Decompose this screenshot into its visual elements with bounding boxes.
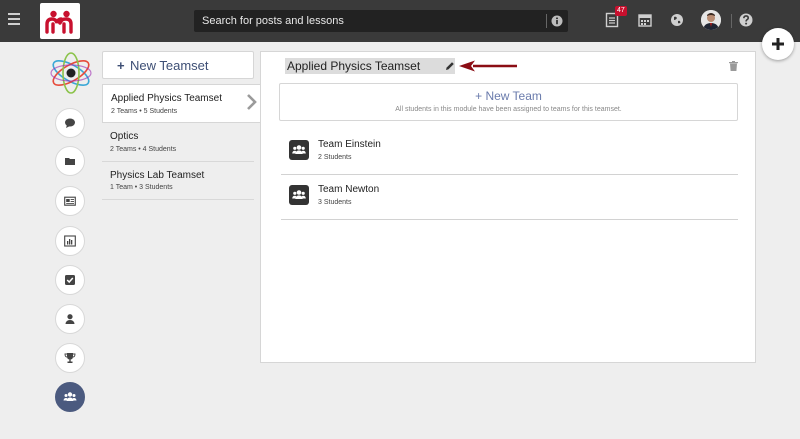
teamset-title-field[interactable]: Applied Physics Teamset	[285, 58, 455, 74]
logo-icon[interactable]	[40, 3, 80, 39]
bar-chart-icon	[64, 235, 76, 247]
chat-icon	[65, 118, 75, 128]
teamset-item[interactable]: Physics Lab Teamset 1 Team • 3 Students	[102, 162, 254, 200]
teamset-detail-panel: Applied Physics Teamset + New Team All s…	[260, 51, 756, 363]
rail-awards-button[interactable]	[55, 343, 85, 373]
pencil-icon[interactable]	[445, 61, 455, 71]
rail-analytics-button[interactable]	[55, 226, 85, 256]
page-title: Applied Physics Teamset	[287, 59, 421, 73]
trash-icon[interactable]	[729, 61, 738, 71]
new-team-text: New Team	[485, 89, 542, 103]
arrow-left-icon	[459, 60, 517, 72]
globe-icon[interactable]	[669, 12, 685, 28]
group-icon	[289, 185, 309, 205]
new-team-button[interactable]: + New Team All students in this module h…	[279, 83, 738, 121]
checkbox-icon	[65, 275, 75, 285]
team-name: Team Newton	[318, 184, 380, 195]
atom-icon[interactable]	[48, 50, 94, 96]
user-icon	[65, 314, 75, 324]
rail-tasks-button[interactable]	[55, 265, 85, 295]
menu-icon[interactable]	[8, 13, 20, 27]
teamset-meta: 1 Team • 3 Students	[110, 184, 173, 191]
teamset-item[interactable]: Applied Physics Teamset 2 Teams • 5 Stud…	[102, 84, 260, 123]
search-bar	[194, 10, 568, 32]
top-bar: 47	[0, 0, 800, 42]
plus-icon: +	[117, 58, 125, 73]
add-button[interactable]	[762, 28, 794, 60]
help-icon[interactable]	[738, 12, 754, 28]
teamset-name: Optics	[110, 131, 139, 142]
teamset-item[interactable]: Optics 2 Teams • 4 Students	[102, 123, 254, 162]
plus-icon	[772, 38, 784, 50]
rail-files-button[interactable]	[55, 146, 85, 176]
teamset-meta: 2 Teams • 5 Students	[111, 108, 178, 115]
info-icon[interactable]	[551, 15, 563, 27]
new-teamset-button[interactable]: + New Teamset	[102, 51, 254, 79]
team-name: Team Einstein	[318, 139, 381, 150]
notification-badge: 47	[615, 6, 627, 16]
topbar-divider	[731, 14, 732, 28]
new-team-label: + New Team	[280, 89, 737, 103]
chevron-right-icon	[247, 94, 257, 110]
teamset-name: Physics Lab Teamset	[110, 170, 205, 181]
team-meta: 3 Students	[318, 199, 352, 206]
trophy-icon	[64, 353, 76, 363]
rail-discussions-button[interactable]	[55, 108, 85, 138]
rail-posts-button[interactable]	[55, 186, 85, 216]
group-icon	[63, 392, 77, 401]
rail-profile-button[interactable]	[55, 304, 85, 334]
search-divider	[546, 14, 547, 28]
avatar[interactable]	[701, 10, 721, 30]
team-row[interactable]: Team Einstein 2 Students	[281, 129, 738, 175]
teamset-meta: 2 Teams • 4 Students	[110, 146, 177, 153]
team-meta: 2 Students	[318, 154, 352, 161]
new-team-note: All students in this module have been as…	[395, 106, 622, 113]
rail-teams-button[interactable]	[55, 382, 85, 412]
folder-icon	[65, 158, 75, 165]
search-input[interactable]	[194, 10, 544, 32]
newspaper-icon	[64, 196, 76, 206]
team-row[interactable]: Team Newton 3 Students	[281, 174, 738, 220]
new-teamset-label: New Teamset	[130, 58, 209, 73]
group-icon	[289, 140, 309, 160]
teamset-name: Applied Physics Teamset	[111, 93, 222, 104]
plus-icon: +	[475, 89, 486, 103]
calendar-icon[interactable]	[637, 12, 653, 28]
